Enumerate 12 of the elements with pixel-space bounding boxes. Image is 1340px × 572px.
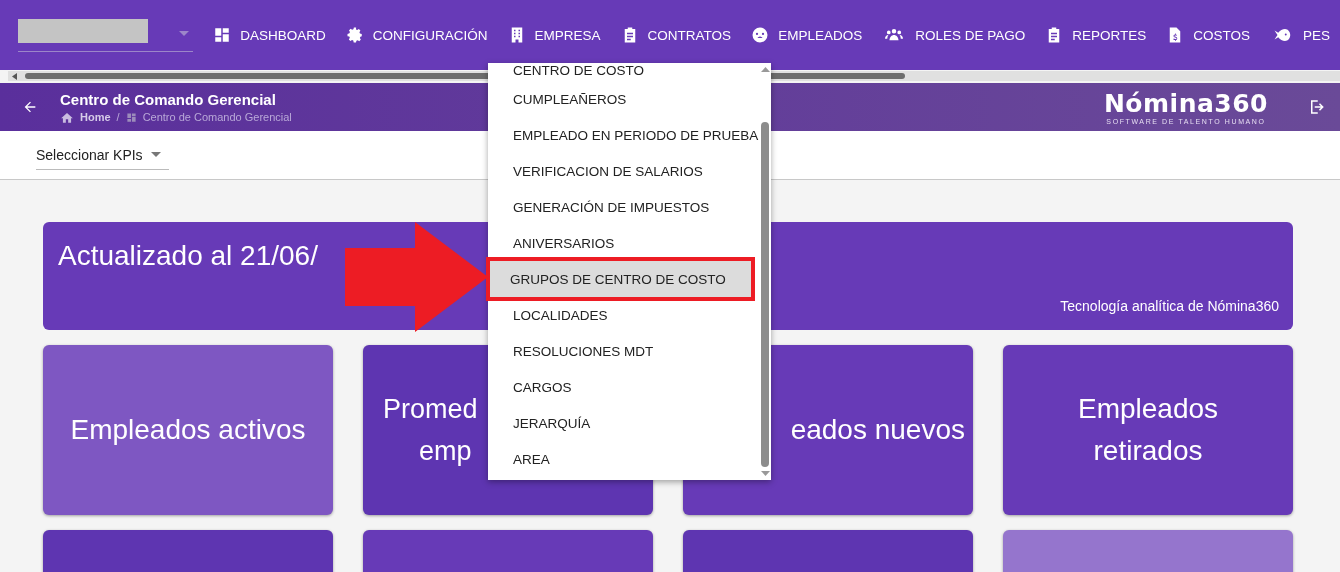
page-title: Centro de Comando Gerencial xyxy=(60,91,277,108)
card-label: eados nuevos xyxy=(790,413,965,447)
card-label: Promed xyxy=(383,393,478,426)
card-label: Empleados activos xyxy=(70,413,306,447)
card-label: Empleados xyxy=(1077,392,1219,426)
brand-logo-text: Nómina360 xyxy=(1103,89,1268,118)
breadcrumb-current: Centro de Comando Gerencial xyxy=(142,111,292,123)
breadcrumb-separator: / xyxy=(116,111,120,123)
banner-footer: Tecnología analítica de Nómina360 xyxy=(1060,298,1279,314)
card-label: retirados xyxy=(1093,434,1203,468)
card-label: emp xyxy=(418,435,472,468)
banner-title: Actualizado al 21/06/ xyxy=(58,240,318,272)
